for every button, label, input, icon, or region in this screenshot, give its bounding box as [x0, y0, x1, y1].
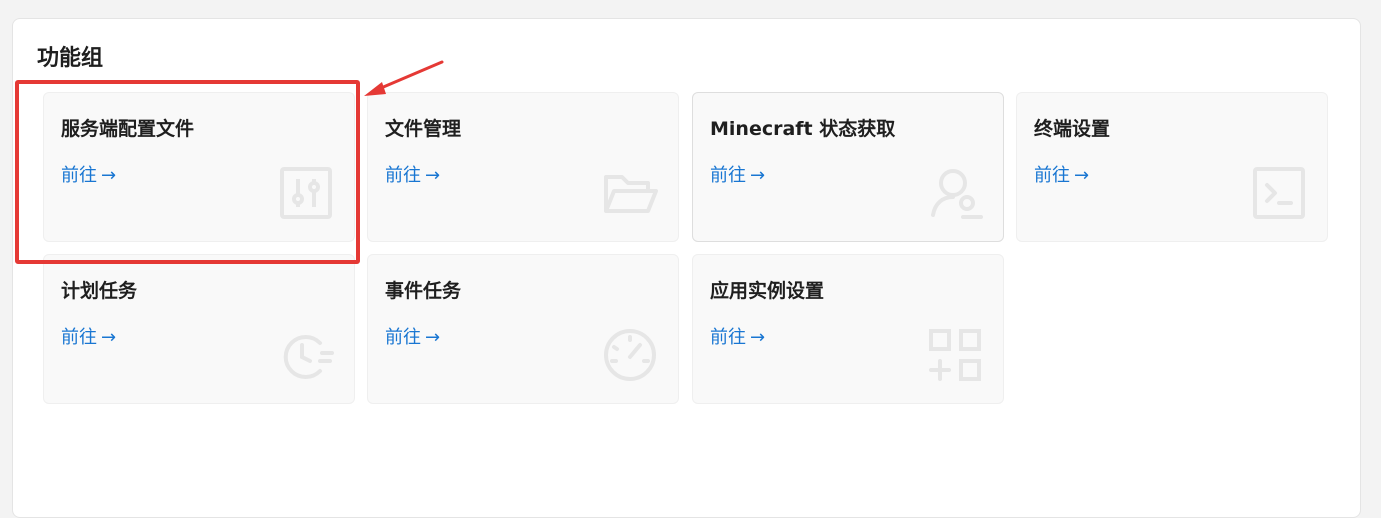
goto-link[interactable]: 前往 →: [61, 325, 116, 351]
goto-label: 前往: [385, 165, 421, 186]
goto-link[interactable]: 前往 →: [385, 325, 440, 351]
arrow-right-icon: →: [101, 327, 117, 348]
card-title: Minecraft 状态获取: [710, 118, 896, 140]
goto-link[interactable]: 前往 →: [385, 163, 440, 189]
card-title: 终端设置: [1034, 118, 1111, 140]
section-title: 功能组: [37, 46, 104, 71]
clock-list-icon: [278, 327, 334, 383]
goto-label: 前往: [61, 327, 97, 348]
card-file-management[interactable]: 文件管理 前往 →: [367, 92, 679, 242]
arrow-right-icon: →: [1074, 165, 1090, 186]
goto-label: 前往: [1034, 165, 1070, 186]
annotation-arrow-icon: [360, 58, 450, 100]
card-terminal-settings[interactable]: 终端设置 前往 →: [1016, 92, 1328, 242]
arrow-right-icon: →: [425, 327, 441, 348]
card-scheduled-tasks[interactable]: 计划任务 前往 →: [43, 254, 355, 404]
card-minecraft-status[interactable]: Minecraft 状态获取 前往 →: [692, 92, 1004, 242]
goto-link[interactable]: 前往 →: [710, 163, 765, 189]
card-instance-settings[interactable]: 应用实例设置 前往 →: [692, 254, 1004, 404]
card-title: 应用实例设置: [710, 280, 825, 302]
card-event-tasks[interactable]: 事件任务 前往 →: [367, 254, 679, 404]
speedometer-icon: [602, 327, 658, 383]
apps-add-icon: [927, 327, 983, 383]
goto-link[interactable]: 前往 →: [710, 325, 765, 351]
terminal-icon: [1251, 165, 1307, 221]
goto-link[interactable]: 前往 →: [1034, 163, 1089, 189]
card-title: 事件任务: [385, 280, 462, 302]
highlight-box: [15, 80, 360, 264]
card-title: 计划任务: [61, 280, 138, 302]
goto-label: 前往: [710, 327, 746, 348]
goto-label: 前往: [385, 327, 421, 348]
folder-open-icon: [602, 165, 658, 221]
user-search-icon: [927, 165, 983, 221]
arrow-right-icon: →: [425, 165, 441, 186]
goto-label: 前往: [710, 165, 746, 186]
card-title: 文件管理: [385, 118, 462, 140]
arrow-right-icon: →: [750, 165, 766, 186]
arrow-right-icon: →: [750, 327, 766, 348]
